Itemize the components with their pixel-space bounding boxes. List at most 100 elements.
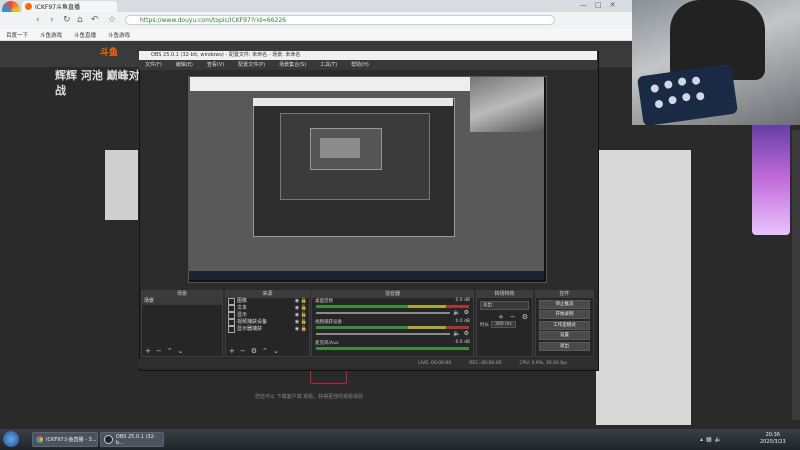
cpu-stats: CPU: 4.9%, 30.00 fps	[519, 361, 568, 366]
source-item[interactable]: 显示器捕获 ◉ 🔓	[226, 326, 309, 333]
settings-button[interactable]: 设置	[539, 331, 590, 340]
stop-streaming-button[interactable]: 停止推流	[539, 299, 590, 309]
maximize-button[interactable]: □	[595, 1, 602, 9]
eye-icon[interactable]: ◉ 🔓	[295, 298, 309, 305]
remove-icon[interactable]: −	[240, 347, 246, 355]
menu-view[interactable]: 查看(V)	[207, 60, 224, 70]
eye-icon[interactable]: ◉ 🔓	[295, 319, 309, 326]
scenes-header: 场景	[142, 291, 222, 298]
monitor-icon	[228, 326, 235, 333]
move-down-icon[interactable]: ⌄	[178, 347, 184, 355]
obs-title-bar: OBS 25.0.1 (32-bit, windows) - 配置文件: 未命名…	[139, 51, 597, 60]
volume-slider[interactable]	[316, 332, 451, 335]
menu-edit[interactable]: 编辑(E)	[176, 60, 193, 70]
left-card[interactable]	[105, 150, 138, 220]
taskbar-item-label: OBS 25.0.1 (32-b...	[115, 433, 156, 446]
clock-date: 2020/3/23	[760, 439, 786, 445]
bookmark-item[interactable]: 斗鱼游戏	[40, 31, 62, 39]
source-item[interactable]: 文本 ◉ 🔓	[226, 305, 309, 312]
reload-icon[interactable]: ↻	[63, 15, 71, 25]
gear-icon[interactable]: ⚙	[251, 347, 257, 355]
start-button[interactable]	[3, 431, 19, 447]
channel-label: 视频捕获设备	[315, 320, 342, 325]
minimize-button[interactable]: —	[580, 1, 587, 9]
rec-timer: REC: 00:00:00	[469, 361, 502, 366]
menu-tools[interactable]: 工具(T)	[320, 60, 337, 70]
gear-icon[interactable]: ⚙	[464, 309, 469, 316]
move-down-icon[interactable]: ⌄	[273, 347, 279, 355]
transition-select[interactable]: 淡出	[480, 301, 529, 310]
speaker-icon[interactable]: 🔈	[453, 330, 460, 337]
preview-browser-chrome	[190, 77, 470, 91]
text-icon	[228, 305, 235, 312]
eye-icon[interactable]: ◉ 🔓	[295, 326, 309, 333]
page-title: 辉辉 河池 巅峰对战	[55, 69, 140, 97]
menu-file[interactable]: 文件(F)	[145, 60, 162, 70]
mixer-header: 混音器	[312, 291, 473, 298]
source-item[interactable]: 视频捕获设备 ◉ 🔓	[226, 319, 309, 326]
add-icon[interactable]: +	[145, 347, 151, 355]
bookmark-item[interactable]: 斗鱼直播	[74, 31, 96, 39]
back-icon[interactable]: ‹	[36, 15, 40, 25]
preview-taskbar	[189, 271, 544, 280]
browser-tab[interactable]: ICKF97斗鱼直播	[22, 1, 117, 12]
window-controls: — □ ✕	[580, 1, 616, 9]
volume-icon[interactable]: 🔈	[715, 436, 725, 443]
system-tray: ▴▦🔈	[700, 436, 725, 443]
volume-slider[interactable]	[316, 311, 451, 314]
source-label: 文本	[237, 305, 248, 311]
move-up-icon[interactable]: ⌃	[167, 347, 173, 355]
start-recording-button[interactable]: 开始录制	[539, 310, 590, 319]
channel-db: 0.0 dB	[455, 298, 470, 303]
undo-icon[interactable]: ↶	[91, 15, 99, 25]
network-icon[interactable]: ▦	[706, 436, 715, 443]
remove-icon[interactable]: −	[510, 313, 516, 321]
exit-button[interactable]: 退出	[539, 341, 590, 351]
controls-dock: 控件 停止推流 开始录制 工作室模式 设置 退出	[535, 290, 594, 357]
add-icon[interactable]: +	[229, 347, 235, 355]
bookmark-item[interactable]: 百度一下	[6, 31, 28, 39]
gear-icon[interactable]: ⚙	[522, 313, 528, 321]
sources-header: 来源	[226, 291, 309, 298]
source-item[interactable]: 显示 ◉ 🔓	[226, 312, 309, 319]
taskbar-item-browser[interactable]: ICKF97斗鱼直播 - 3...	[32, 432, 98, 447]
red-button[interactable]	[310, 370, 347, 384]
eye-icon[interactable]: ◉ 🔓	[295, 305, 309, 312]
page-scrollbar[interactable]	[792, 130, 800, 420]
add-icon[interactable]: +	[498, 313, 504, 321]
obs-status-bar: LIVE: 00:00:00 REC: 00:00:00 CPU: 4.9%, …	[139, 359, 597, 368]
taskbar-item-label: ICKF97斗鱼直播 - 3...	[46, 437, 97, 443]
preview-nested-obs-4	[320, 138, 360, 158]
close-button[interactable]: ✕	[610, 1, 616, 9]
address-bar[interactable]: https://www.douyu.com/topic/ICKF97?rid=6…	[125, 15, 555, 25]
source-item[interactable]: 图像 ◉ 🔓	[226, 298, 309, 305]
gear-icon[interactable]: ⚙	[464, 330, 469, 337]
eye-icon[interactable]: ◉ 🔓	[295, 312, 309, 319]
transitions-header: 转场特效	[477, 291, 532, 298]
preview-nested-titlebar	[253, 98, 453, 106]
menu-profile[interactable]: 配置文件(P)	[238, 60, 265, 70]
menu-help[interactable]: 帮助(H)	[351, 60, 369, 70]
star-icon[interactable]: ☆	[108, 15, 116, 25]
duration-label: 时长	[480, 322, 489, 328]
forward-icon[interactable]: ›	[50, 15, 54, 25]
bookmark-item[interactable]: 斗鱼游戏	[108, 31, 130, 39]
douyu-logo[interactable]: 斗鱼	[100, 45, 118, 58]
source-label: 视频捕获设备	[237, 319, 268, 325]
remove-icon[interactable]: −	[156, 347, 162, 355]
live-timer: LIVE: 00:00:00	[418, 361, 452, 366]
taskbar-item-obs[interactable]: OBS 25.0.1 (32-b...	[100, 432, 164, 447]
taskbar-clock[interactable]: 20:36 2020/3/23	[760, 432, 786, 446]
scene-item[interactable]: 场景	[142, 298, 222, 305]
move-up-icon[interactable]: ⌃	[262, 347, 268, 355]
menu-scene-collection[interactable]: 场景集合(S)	[279, 60, 306, 70]
camera-icon	[228, 319, 235, 326]
studio-mode-button[interactable]: 工作室模式	[539, 320, 590, 330]
promo-banner[interactable]	[752, 120, 790, 235]
image-icon	[228, 298, 235, 305]
speaker-icon[interactable]: 🔈	[453, 309, 460, 316]
tab-title: ICKF97斗鱼直播	[35, 4, 80, 11]
home-icon[interactable]: ⌂	[77, 15, 83, 25]
channel-label: 麦克风/Aux	[315, 341, 339, 346]
duration-input[interactable]: 300 ms	[491, 321, 516, 328]
